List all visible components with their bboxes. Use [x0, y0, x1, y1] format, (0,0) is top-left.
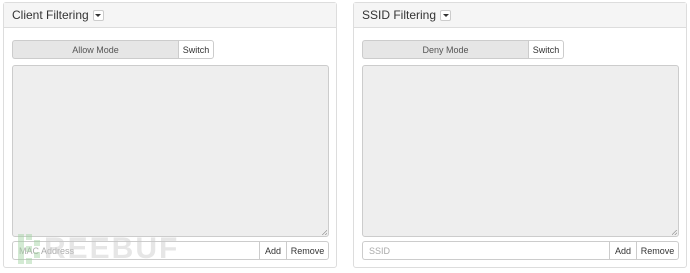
- panel-title: SSID Filtering: [362, 8, 437, 22]
- mode-row: Deny Mode Switch: [362, 40, 564, 59]
- add-button[interactable]: Add: [609, 241, 636, 260]
- mode-row: Allow Mode Switch: [12, 40, 214, 59]
- panel-heading: SSID Filtering: [354, 3, 686, 28]
- ssid-filter-dropdown-button[interactable]: [440, 9, 452, 21]
- add-button[interactable]: Add: [259, 241, 286, 260]
- current-mode-label: Allow Mode: [12, 40, 178, 59]
- caret-down-icon: [95, 13, 102, 17]
- remove-button[interactable]: Remove: [286, 241, 329, 260]
- remove-button[interactable]: Remove: [636, 241, 679, 260]
- add-entry-row: Add Remove: [12, 241, 329, 260]
- client-filtering-panel: Client Filtering Allow Mode Switch Add R…: [3, 2, 337, 268]
- add-entry-row: Add Remove: [362, 241, 679, 260]
- resize-grip-icon[interactable]: [672, 230, 677, 235]
- panel-heading: Client Filtering: [4, 3, 336, 28]
- panel-title: Client Filtering: [12, 8, 89, 22]
- client-list-textarea[interactable]: [12, 65, 329, 237]
- client-filter-dropdown-button[interactable]: [92, 9, 104, 21]
- ssid-list-textarea[interactable]: [362, 65, 679, 237]
- caret-down-icon: [442, 13, 449, 17]
- current-mode-label: Deny Mode: [362, 40, 528, 59]
- resize-grip-icon[interactable]: [322, 230, 327, 235]
- ssid-filtering-panel: SSID Filtering Deny Mode Switch Add Remo…: [353, 2, 687, 268]
- switch-mode-button[interactable]: Switch: [178, 40, 214, 59]
- mac-address-input[interactable]: [12, 241, 259, 260]
- ssid-input[interactable]: [362, 241, 609, 260]
- switch-mode-button[interactable]: Switch: [528, 40, 564, 59]
